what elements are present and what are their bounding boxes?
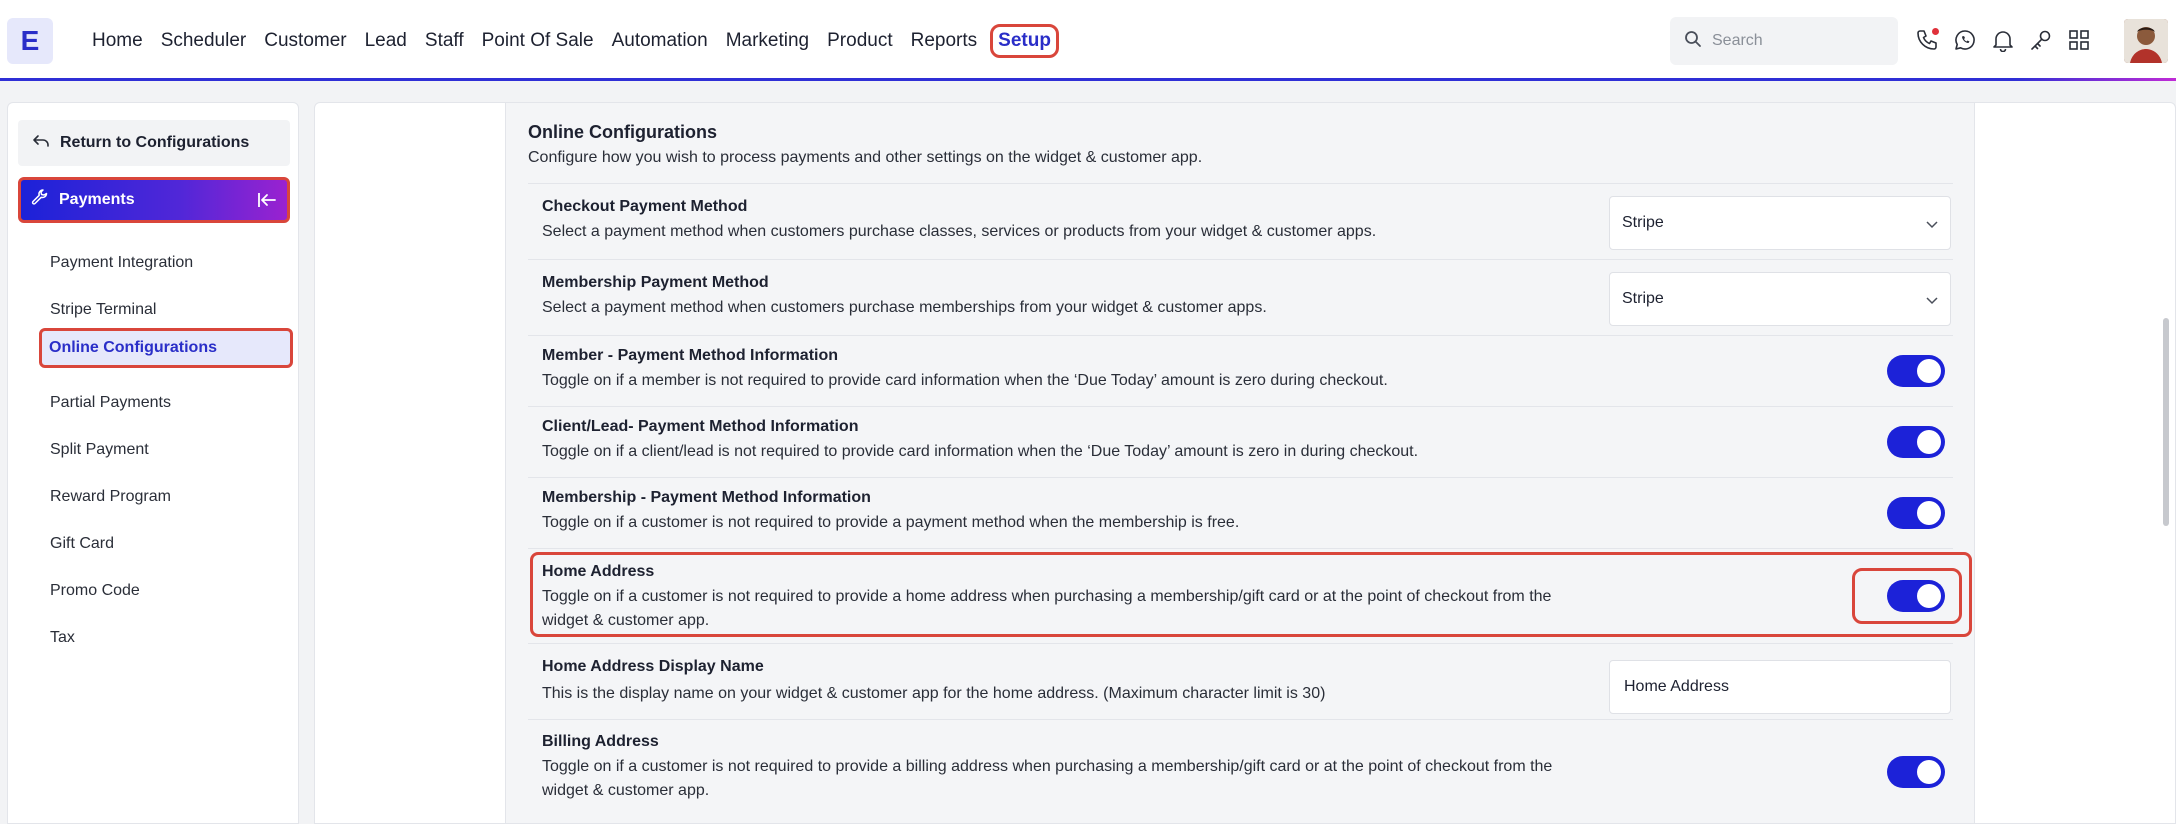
sidebar-item-partial-payments[interactable]: Partial Payments <box>40 383 292 423</box>
setting-row-membership-payment-method-information: Membership - Payment Method Information … <box>528 477 1953 548</box>
sidebar-item-online-configurations[interactable]: Online Configurations <box>39 328 293 368</box>
setting-description: Toggle on if a customer is not required … <box>542 514 1240 531</box>
home-address-display-name-input[interactable] <box>1609 660 1951 714</box>
bell-icon[interactable] <box>1990 24 2016 56</box>
phone-icon[interactable] <box>1914 24 1940 56</box>
nav-product[interactable]: Product <box>818 24 901 58</box>
setting-title: Client/Lead- Payment Method Information <box>542 418 859 435</box>
payments-section-header[interactable]: Payments <box>18 177 290 223</box>
whatsapp-icon[interactable] <box>1952 24 1978 56</box>
sidebar-item-payment-integration[interactable]: Payment Integration <box>40 243 292 283</box>
setting-title: Membership Payment Method <box>542 274 769 291</box>
setting-row-membership-payment-method: Membership Payment Method Select a payme… <box>528 259 1953 335</box>
nav-lead[interactable]: Lead <box>356 24 416 58</box>
chevron-down-icon <box>1926 292 1938 310</box>
setting-row-home-address: Home Address Toggle on if a customer is … <box>528 548 1953 643</box>
setting-title: Checkout Payment Method <box>542 198 748 215</box>
page-title: Online Configurations <box>528 122 717 142</box>
search-icon <box>1684 30 1702 53</box>
settings-sidebar: Return to Configurations Payments Paymen… <box>7 102 299 824</box>
user-avatar[interactable] <box>2124 19 2168 63</box>
top-icon-group <box>1914 24 2092 56</box>
setting-row-checkout-payment-method: Checkout Payment Method Select a payment… <box>528 183 1953 259</box>
setting-title: Membership - Payment Method Information <box>542 489 871 506</box>
setting-description: Toggle on if a customer is not required … <box>542 588 1552 629</box>
main-content: Online Configurations Configure how you … <box>314 102 2176 824</box>
billing-address-toggle[interactable] <box>1887 756 1945 788</box>
membership-payment-method-select[interactable]: Stripe <box>1609 272 1951 326</box>
top-navigation-bar: E Home Scheduler Customer Lead Staff Poi… <box>0 0 2176 81</box>
setting-title: Home Address Display Name <box>542 658 764 675</box>
collapse-sidebar-icon[interactable] <box>257 190 277 215</box>
membership-payment-info-toggle[interactable] <box>1887 497 1945 529</box>
search-box[interactable] <box>1670 17 1898 65</box>
app-logo[interactable]: E <box>7 18 53 64</box>
payments-label: Payments <box>59 191 135 208</box>
return-label: Return to Configurations <box>60 134 250 151</box>
grid-icon[interactable] <box>2066 24 2092 56</box>
nav-automation[interactable]: Automation <box>603 24 717 58</box>
nav-home[interactable]: Home <box>83 24 152 58</box>
sidebar-item-split-payment[interactable]: Split Payment <box>40 430 292 470</box>
chevron-down-icon <box>1926 216 1938 234</box>
home-address-toggle[interactable] <box>1887 580 1945 612</box>
nav-marketing[interactable]: Marketing <box>717 24 818 58</box>
checkout-payment-method-select[interactable]: Stripe <box>1609 196 1951 250</box>
setting-description: Select a payment method when customers p… <box>542 299 1267 316</box>
setting-title: Billing Address <box>542 733 659 750</box>
page-description: Configure how you wish to process paymen… <box>528 149 1203 166</box>
setting-title: Home Address <box>542 563 655 580</box>
sidebar-item-tax[interactable]: Tax <box>40 618 292 658</box>
return-to-configurations-link[interactable]: Return to Configurations <box>18 120 290 166</box>
select-value: Stripe <box>1622 290 1664 307</box>
setting-description: This is the display name on your widget … <box>542 685 1326 702</box>
setting-description: Toggle on if a client/lead is not requir… <box>542 443 1419 460</box>
online-configurations-panel: Online Configurations Configure how you … <box>505 103 1975 823</box>
setting-title: Member - Payment Method Information <box>542 347 839 364</box>
setting-row-member-payment-method-information: Member - Payment Method Information Togg… <box>528 335 1953 406</box>
nav-reports[interactable]: Reports <box>902 24 987 58</box>
wrench-icon <box>31 188 49 212</box>
nav-scheduler[interactable]: Scheduler <box>152 24 256 58</box>
setting-description: Toggle on if a customer is not required … <box>542 758 1553 799</box>
member-payment-info-toggle[interactable] <box>1887 355 1945 387</box>
select-value: Stripe <box>1622 214 1664 231</box>
back-arrow-icon <box>32 134 50 153</box>
client-lead-payment-info-toggle[interactable] <box>1887 426 1945 458</box>
setting-description: Toggle on if a member is not required to… <box>542 372 1388 389</box>
setting-description: Select a payment method when customers p… <box>542 223 1377 240</box>
nav-staff[interactable]: Staff <box>416 24 473 58</box>
nav-customer[interactable]: Customer <box>255 24 355 58</box>
key-icon[interactable] <box>2028 24 2054 56</box>
nav-setup[interactable]: Setup <box>990 23 1059 58</box>
sidebar-item-reward-program[interactable]: Reward Program <box>40 477 292 517</box>
sidebar-item-stripe-terminal[interactable]: Stripe Terminal <box>40 290 292 330</box>
setting-row-home-address-display-name: Home Address Display Name This is the di… <box>528 643 1953 719</box>
main-nav: Home Scheduler Customer Lead Staff Point… <box>83 0 1059 81</box>
sidebar-item-promo-code[interactable]: Promo Code <box>40 571 292 611</box>
setting-row-client-lead-payment-method-information: Client/Lead- Payment Method Information … <box>528 406 1953 477</box>
nav-point-of-sale[interactable]: Point Of Sale <box>473 24 603 58</box>
notification-dot <box>1932 28 1939 35</box>
search-input[interactable] <box>1712 32 1882 50</box>
sidebar-item-gift-card[interactable]: Gift Card <box>40 524 292 564</box>
main-scrollbar[interactable] <box>2163 318 2169 526</box>
setting-row-billing-address: Billing Address Toggle on if a customer … <box>528 719 1953 815</box>
